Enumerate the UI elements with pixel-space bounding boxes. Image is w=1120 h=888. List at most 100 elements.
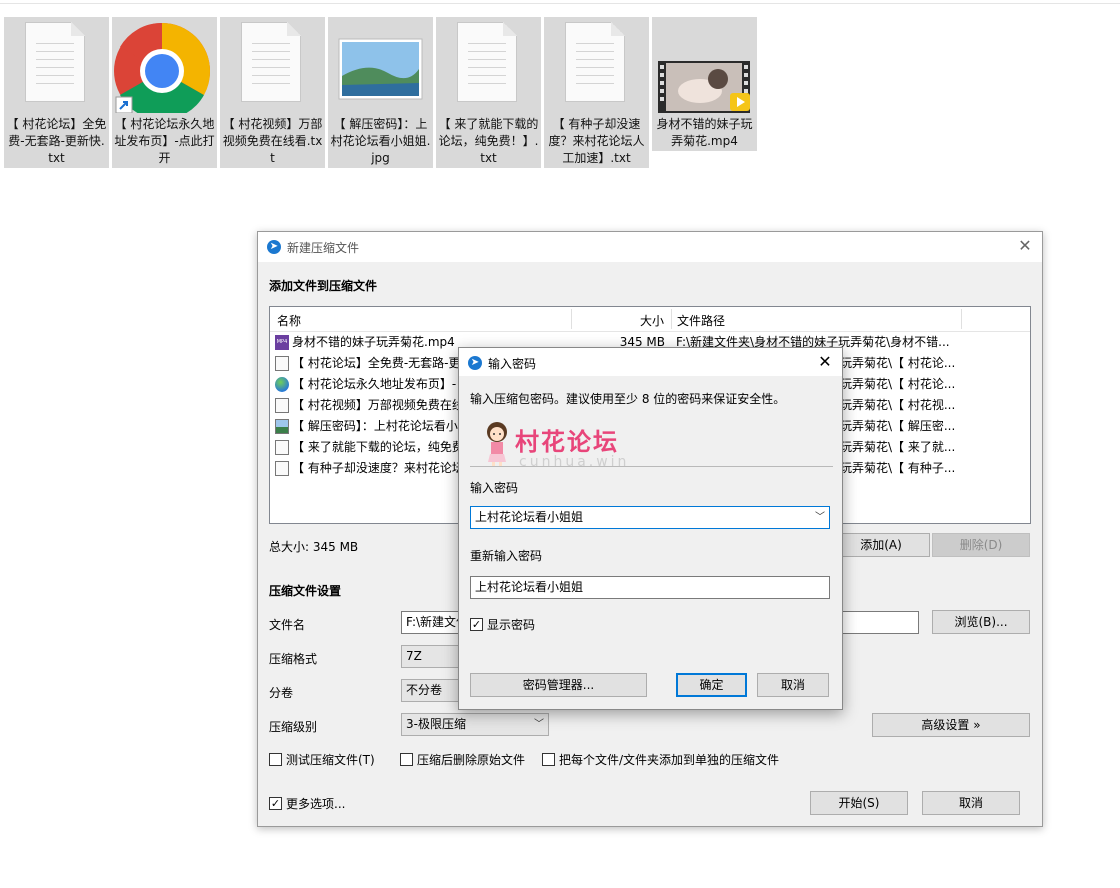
enter-password-label: 输入密码 bbox=[470, 481, 519, 495]
desktop-file-1[interactable]: 【 村花论坛】全免费-无套路-更新快.txt bbox=[4, 17, 109, 168]
column-separator bbox=[571, 309, 572, 329]
ok-button[interactable]: 确定 bbox=[676, 673, 747, 697]
list-header: 名称 大小 文件路径 bbox=[270, 307, 1030, 332]
section-add-heading: 添加文件到压缩文件 bbox=[269, 279, 378, 293]
desktop-file-3[interactable]: 【 村花视频】万部视频免费在线看.txt bbox=[220, 17, 325, 168]
password-value: 上村花论坛看小姐姐 bbox=[475, 510, 584, 524]
list-item-name: 【 来了就能下载的论坛，纯免费 bbox=[292, 440, 464, 454]
column-separator bbox=[961, 309, 962, 329]
text-file-icon bbox=[241, 22, 301, 102]
add-button[interactable]: 添加(A) bbox=[832, 533, 930, 557]
file-label: 【 村花论坛永久地址发布页】-点此打开 bbox=[114, 117, 215, 165]
desktop-file-4[interactable]: 【 解压密码】：上村花论坛看小姐姐.jpg bbox=[328, 17, 433, 168]
level-value: 3-极限压缩 bbox=[406, 717, 466, 731]
show-password-label: 显示密码 bbox=[487, 618, 536, 632]
volume-label: 分卷 bbox=[269, 686, 294, 700]
top-border bbox=[0, 3, 1120, 4]
column-size[interactable]: 大小 bbox=[640, 312, 664, 329]
chrome-shortcut-icon bbox=[114, 22, 211, 113]
title-bar: ➤ 新建压缩文件 ✕ bbox=[258, 232, 1042, 262]
volume-value: 不分卷 bbox=[406, 683, 443, 697]
column-separator bbox=[671, 309, 672, 329]
format-value: 7Z bbox=[406, 649, 422, 663]
reenter-password-label: 重新输入密码 bbox=[470, 549, 543, 563]
list-item-path: 玩弄菊花\【 解压密... bbox=[840, 419, 956, 433]
file-label: 【 村花论坛】全免费-无套路-更新快.txt bbox=[6, 117, 107, 165]
girl-mascot-icon bbox=[487, 422, 507, 467]
divider bbox=[470, 466, 833, 467]
desktop-file-5[interactable]: 【 来了就能下载的论坛，纯免费！】.txt bbox=[436, 17, 541, 168]
file-label: 【 来了就能下载的论坛，纯免费！】.txt bbox=[438, 117, 539, 165]
app-icon: ➤ bbox=[267, 240, 281, 254]
password-dialog: ➤ 输入密码 ✕ 输入压缩包密码。建议使用至少 8 位的密码来保证安全性。 村花… bbox=[458, 347, 843, 710]
text-file-icon bbox=[275, 461, 289, 476]
image-file-icon bbox=[338, 38, 423, 100]
close-icon[interactable]: ✕ bbox=[1017, 237, 1033, 255]
file-label: 【 解压密码】：上村花论坛看小姐姐.jpg bbox=[330, 117, 431, 165]
list-item-path: 玩弄菊花\【 村花论... bbox=[840, 377, 956, 391]
column-path[interactable]: 文件路径 bbox=[677, 312, 725, 329]
test-archive-checkbox[interactable] bbox=[269, 753, 282, 766]
delete-after-label: 压缩后删除原始文件 bbox=[417, 753, 526, 767]
watermark-logo-text: 村花论坛 bbox=[515, 428, 619, 456]
text-file-icon bbox=[275, 398, 289, 413]
advanced-settings-button[interactable]: 高级设置 » bbox=[872, 713, 1030, 737]
password-manager-button[interactable]: 密码管理器... bbox=[470, 673, 647, 697]
close-icon[interactable]: ✕ bbox=[817, 353, 833, 371]
video-file-icon bbox=[658, 61, 750, 113]
more-options-label: 更多选项... bbox=[286, 797, 346, 811]
image-file-icon bbox=[275, 419, 289, 434]
dialog-cancel-button[interactable]: 取消 bbox=[757, 673, 829, 697]
list-item-path: 玩弄菊花\【 村花视... bbox=[840, 398, 956, 412]
text-file-icon bbox=[565, 22, 625, 102]
watermark-domain: cunhua.win bbox=[519, 454, 630, 470]
section-settings-heading: 压缩文件设置 bbox=[269, 584, 342, 598]
text-file-icon bbox=[25, 22, 85, 102]
column-name[interactable]: 名称 bbox=[277, 312, 301, 329]
dialog-title: 输入密码 bbox=[488, 357, 537, 371]
desktop-file-2[interactable]: 【 村花论坛永久地址发布页】-点此打开 bbox=[112, 17, 217, 168]
video-file-icon: MP4 bbox=[275, 335, 289, 350]
separate-archives-label: 把每个文件/文件夹添加到单独的压缩文件 bbox=[559, 753, 780, 767]
file-label: 【 村花视频】万部视频免费在线看.txt bbox=[222, 117, 323, 165]
chevron-down-icon: ﹀ bbox=[534, 719, 544, 730]
show-password-checkbox[interactable]: ✓ bbox=[470, 618, 483, 631]
chevron-down-icon[interactable]: ﹀ bbox=[815, 507, 825, 528]
browse-button[interactable]: 浏览(B)... bbox=[932, 610, 1030, 634]
level-select[interactable]: 3-极限压缩 ﹀ bbox=[401, 713, 549, 736]
start-button[interactable]: 开始(S) bbox=[810, 791, 908, 815]
list-item-path: 玩弄菊花\【 村花论... bbox=[840, 356, 956, 370]
list-item-name: 【 村花论坛】全免费-无套路-更 bbox=[292, 356, 461, 370]
desktop-file-7[interactable]: 身材不错的妹子玩弄菊花.mp4 bbox=[652, 17, 757, 151]
cancel-button[interactable]: 取消 bbox=[922, 791, 1020, 815]
total-size: 总大小: 345 MB bbox=[269, 540, 359, 554]
list-item-name: 【 解压密码】：上村花论坛看小 bbox=[292, 419, 458, 433]
dialog-title-bar: ➤ 输入密码 ✕ bbox=[459, 348, 842, 376]
delete-button[interactable]: 删除(D) bbox=[932, 533, 1030, 557]
file-label: 身材不错的妹子玩弄菊花.mp4 bbox=[656, 117, 753, 148]
globe-icon bbox=[275, 377, 289, 392]
separate-archives-checkbox[interactable] bbox=[542, 753, 555, 766]
window-title: 新建压缩文件 bbox=[287, 241, 360, 255]
text-file-icon bbox=[457, 22, 517, 102]
reenter-password-input[interactable]: 上村花论坛看小姐姐 bbox=[470, 576, 830, 599]
test-archive-label: 测试压缩文件(T) bbox=[286, 753, 375, 767]
app-icon: ➤ bbox=[468, 356, 482, 370]
file-label: 【 有种子却没速度？来村花论坛人工加速】.txt bbox=[548, 117, 645, 165]
list-item-name: 身材不错的妹子玩弄菊花.mp4 bbox=[292, 335, 455, 349]
list-item-name: 【 村花视频】万部视频免费在线 bbox=[292, 398, 464, 412]
list-item-name: 【 有种子却没速度？来村花论坛 bbox=[292, 461, 464, 475]
filename-label: 文件名 bbox=[269, 618, 306, 632]
more-options-checkbox[interactable]: ✓ bbox=[269, 797, 282, 810]
text-file-icon bbox=[275, 356, 289, 371]
text-file-icon bbox=[275, 440, 289, 455]
list-item-path: 玩弄菊花\【 有种子... bbox=[840, 461, 956, 475]
delete-after-checkbox[interactable] bbox=[400, 753, 413, 766]
level-label: 压缩级别 bbox=[269, 720, 318, 734]
list-item-path: 玩弄菊花\【 来了就... bbox=[840, 440, 956, 454]
password-input[interactable]: 上村花论坛看小姐姐 ﹀ bbox=[470, 506, 830, 529]
list-item-name: 【 村花论坛永久地址发布页】- bbox=[292, 377, 457, 391]
desktop-file-6[interactable]: 【 有种子却没速度？来村花论坛人工加速】.txt bbox=[544, 17, 649, 168]
format-label: 压缩格式 bbox=[269, 652, 318, 666]
password-hint: 输入压缩包密码。建议使用至少 8 位的密码来保证安全性。 bbox=[470, 392, 786, 406]
